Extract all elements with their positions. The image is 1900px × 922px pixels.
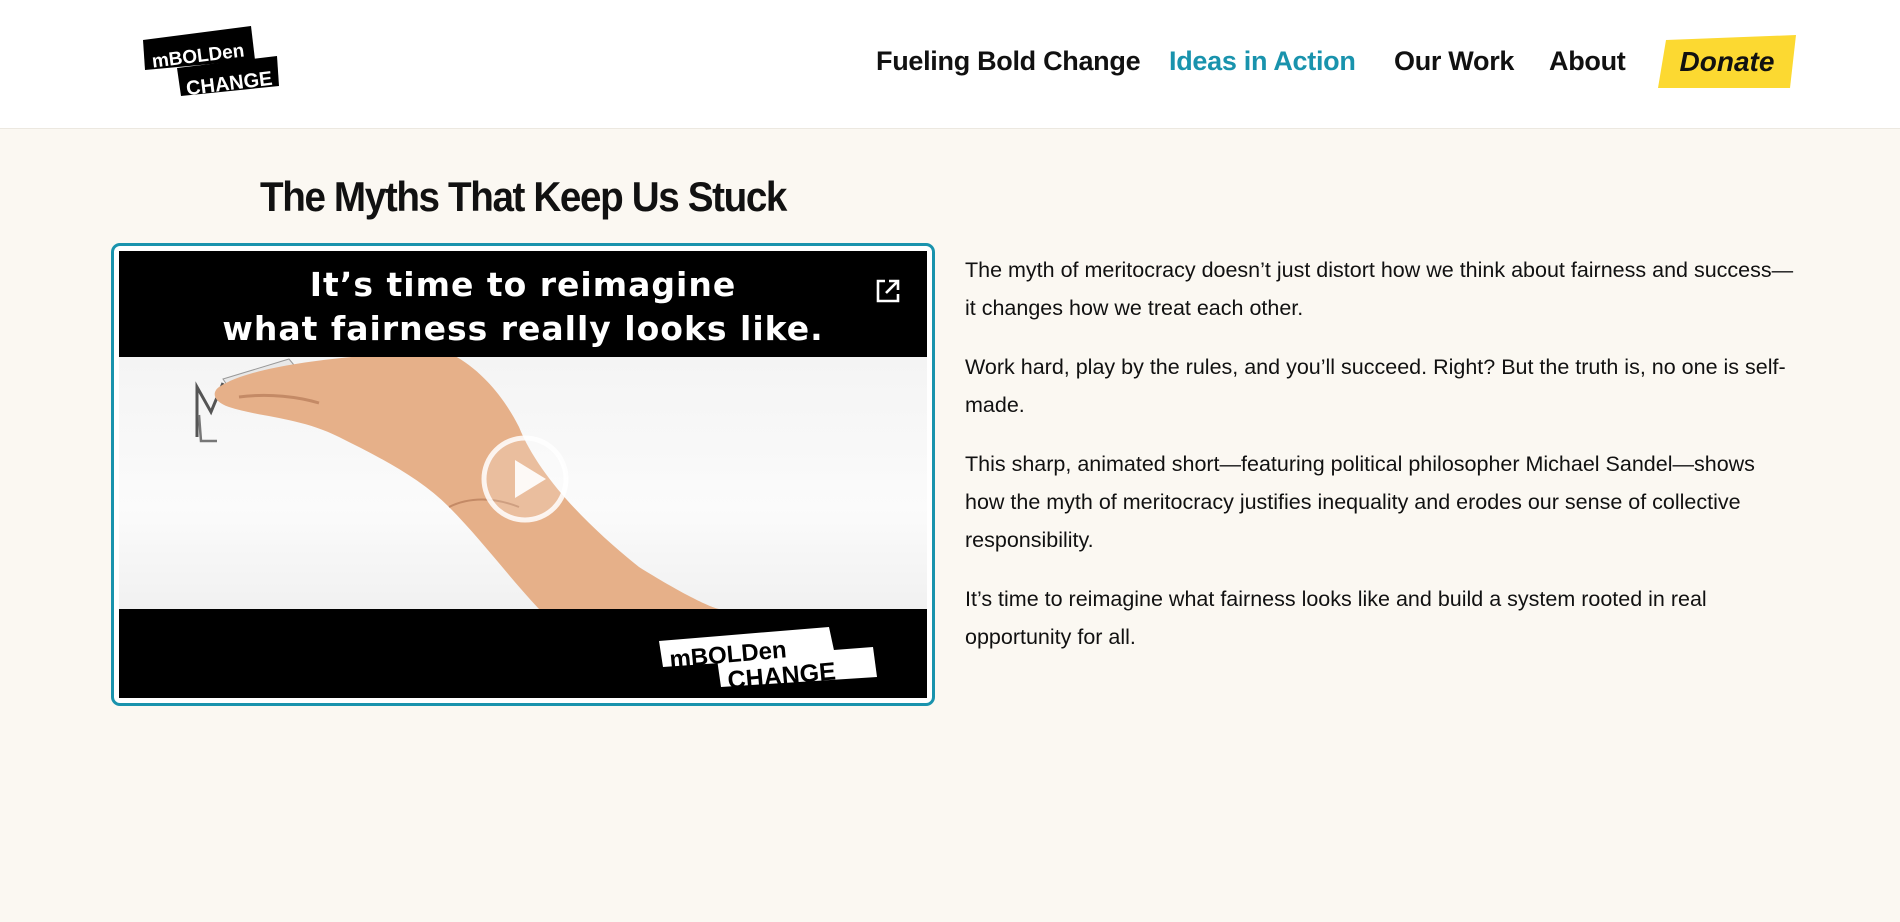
description-paragraph: Work hard, play by the rules, and you’ll… [965, 355, 1786, 417]
donate-button[interactable]: Donate [1658, 35, 1796, 88]
description-paragraph: The myth of meritocracy doesn’t just dis… [965, 258, 1794, 320]
nav-our-work[interactable]: Our Work [1394, 44, 1514, 78]
video-branding-band: mBOLDen CHANGE [119, 609, 927, 698]
description-paragraph: It’s time to reimagine what fairness loo… [965, 587, 1707, 649]
video-thumbnail[interactable]: It’s time to reimagine what fairness rea… [119, 251, 927, 698]
video-description: The myth of meritocracy doesn’t just dis… [965, 251, 1795, 677]
page-title: The Myths That Keep Us Stuck [260, 173, 787, 220]
site-header: mBOLDen CHANGE Fueling Bold Change Ideas… [0, 0, 1900, 129]
donate-label: Donate [1679, 46, 1775, 77]
external-link-icon[interactable] [875, 278, 901, 304]
video-player[interactable]: It’s time to reimagine what fairness rea… [111, 243, 935, 706]
video-caption: It’s time to reimagine what fairness rea… [119, 263, 927, 351]
description-paragraph: This sharp, animated short—featuring pol… [965, 452, 1755, 552]
site-logo[interactable]: mBOLDen CHANGE [143, 26, 279, 96]
nav-ideas-in-action[interactable]: Ideas in Action [1169, 44, 1356, 78]
video-logo: mBOLDen CHANGE [659, 627, 877, 687]
play-icon[interactable] [480, 434, 570, 524]
video-caption-band: It’s time to reimagine what fairness rea… [119, 251, 927, 357]
nav-about[interactable]: About [1549, 44, 1626, 78]
video-caption-line-1: It’s time to reimagine [309, 265, 737, 304]
video-caption-line-2: what fairness really looks like. [222, 309, 824, 348]
nav-fueling-bold-change[interactable]: Fueling Bold Change [876, 44, 1141, 78]
